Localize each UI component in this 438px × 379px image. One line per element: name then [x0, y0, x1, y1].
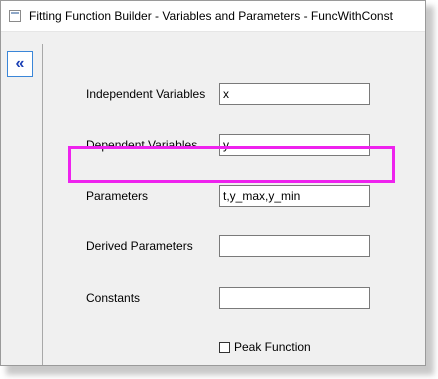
constants-row: Constants	[86, 286, 376, 310]
derived-parameters-field[interactable]	[219, 235, 370, 257]
peak-function-label: Peak Function	[234, 340, 311, 354]
derived-parameters-row: Derived Parameters	[86, 234, 376, 258]
window-icon	[9, 10, 21, 22]
independent-variables-label: Independent Variables	[86, 87, 206, 101]
dialog-window: Fitting Function Builder - Variables and…	[0, 0, 426, 366]
independent-variables-row: Independent Variables x	[86, 82, 376, 106]
parameters-highlight-box	[68, 146, 395, 183]
constants-field[interactable]	[219, 287, 370, 309]
parameters-row: Parameters t,y_max,y_min	[86, 184, 376, 208]
peak-function-checkbox[interactable]	[219, 341, 230, 353]
parameters-label: Parameters	[86, 189, 149, 203]
panel-divider[interactable]	[42, 44, 43, 365]
independent-variables-field[interactable]: x	[219, 83, 370, 105]
title-bar[interactable]: Fitting Function Builder - Variables and…	[1, 1, 425, 32]
double-chevron-left-icon: «	[15, 55, 25, 72]
peak-function-option[interactable]: Peak Function	[219, 340, 311, 354]
window-title: Fitting Function Builder - Variables and…	[29, 9, 393, 23]
derived-parameters-label: Derived Parameters	[86, 239, 193, 253]
parameters-field[interactable]: t,y_max,y_min	[219, 185, 370, 207]
collapse-panel-button[interactable]: «	[7, 51, 33, 77]
constants-label: Constants	[86, 291, 141, 305]
